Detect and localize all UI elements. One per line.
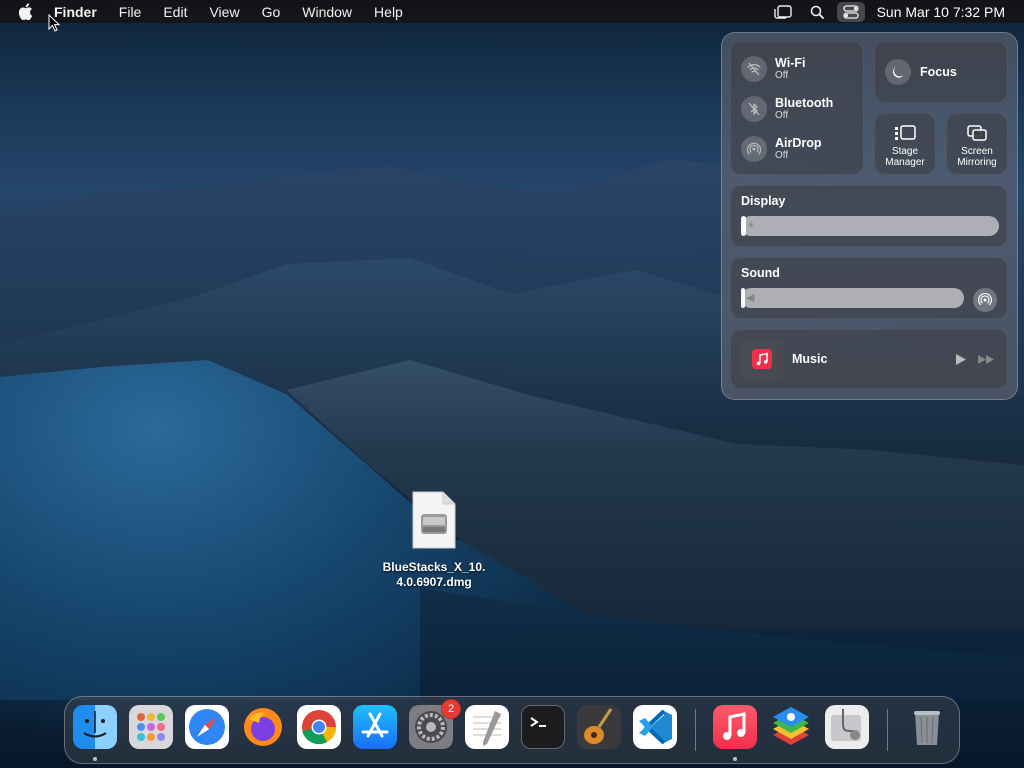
- dmg-file-icon: [411, 490, 457, 550]
- file-name-line-1: BlueStacks_X_10.: [382, 560, 486, 574]
- brightness-slider[interactable]: ☀: [741, 216, 999, 236]
- dock-chrome-icon[interactable]: [297, 705, 341, 749]
- dock-safari-icon[interactable]: [185, 705, 229, 749]
- bluetooth-label: Bluetooth: [775, 96, 834, 110]
- dock-terminal-icon[interactable]: [521, 705, 565, 749]
- stage-manager-label-1: Stage: [891, 146, 919, 157]
- menu-view[interactable]: View: [209, 4, 239, 20]
- menu-go[interactable]: Go: [262, 4, 281, 20]
- desktop-file-dmg[interactable]: BlueStacks_X_10. 4.0.6907.dmg: [376, 490, 492, 590]
- dock-disk-utility-icon[interactable]: [825, 705, 869, 749]
- dock-app-store-icon[interactable]: [353, 705, 397, 749]
- screen-mirroring-tile[interactable]: Screen Mirroring: [946, 113, 1008, 175]
- dock-trash-icon[interactable]: [905, 705, 949, 749]
- control-center-panel: Wi-Fi Off Bluetooth Off AirDrop Off Focu…: [721, 32, 1018, 400]
- dock-finder-icon[interactable]: [73, 705, 117, 749]
- moon-icon: [885, 59, 911, 85]
- display-tile: Display ☀: [730, 185, 1008, 247]
- wifi-toggle[interactable]: Wi-Fi Off: [741, 56, 805, 82]
- stage-manager-status-icon[interactable]: [769, 0, 797, 23]
- connectivity-tile: Wi-Fi Off Bluetooth Off AirDrop Off: [730, 41, 864, 175]
- wifi-off-icon[interactable]: [741, 56, 767, 82]
- apple-menu-icon[interactable]: [18, 3, 34, 20]
- airdrop-icon[interactable]: [741, 136, 767, 162]
- airdrop-toggle[interactable]: AirDrop Off: [741, 136, 822, 162]
- notification-badge: 2: [441, 699, 461, 719]
- dock-system-settings-icon[interactable]: 2: [409, 699, 461, 749]
- screen-mirroring-label-1: Screen: [961, 146, 993, 157]
- sun-icon: ☀: [746, 220, 756, 232]
- focus-label: Focus: [920, 65, 957, 79]
- menu-app-name[interactable]: Finder: [54, 4, 97, 20]
- bluetooth-off-icon[interactable]: [741, 96, 767, 122]
- stage-manager-label-2: Manager: [885, 157, 925, 168]
- wifi-label: Wi-Fi: [775, 56, 806, 70]
- airplay-audio-icon[interactable]: [973, 288, 997, 312]
- search-icon[interactable]: [803, 0, 831, 23]
- airdrop-label: AirDrop: [775, 136, 822, 150]
- play-icon[interactable]: [955, 353, 967, 366]
- menu-edit[interactable]: Edit: [163, 4, 187, 20]
- menu-file[interactable]: File: [119, 4, 142, 20]
- display-title: Display: [741, 194, 786, 208]
- menu-help[interactable]: Help: [374, 4, 403, 20]
- dock-bluestacks-icon[interactable]: [769, 705, 813, 749]
- airdrop-status: Off: [775, 150, 789, 161]
- now-playing-tile[interactable]: Music: [730, 329, 1008, 389]
- dock-divider: [695, 709, 696, 751]
- bluetooth-toggle[interactable]: Bluetooth Off: [741, 96, 833, 122]
- dock: 2: [64, 696, 960, 764]
- stage-manager-tile[interactable]: Stage Manager: [874, 113, 936, 175]
- volume-slider[interactable]: ◀: [741, 288, 964, 308]
- dock-textedit-icon[interactable]: [465, 705, 509, 749]
- dock-running-indicator: [93, 757, 97, 761]
- fast-forward-icon[interactable]: [977, 354, 995, 365]
- dock-music-icon[interactable]: [713, 705, 757, 749]
- volume-slider-fill: [741, 288, 746, 308]
- dock-vscode-icon[interactable]: [633, 705, 677, 749]
- bluetooth-status: Off: [775, 110, 789, 121]
- menu-bar: Finder File Edit View Go Window Help Sun…: [0, 0, 1024, 23]
- dock-firefox-icon[interactable]: [241, 705, 285, 749]
- speaker-icon: ◀: [746, 292, 755, 304]
- music-title: Music: [792, 352, 828, 366]
- menu-bar-clock[interactable]: Sun Mar 10 7:32 PM: [877, 4, 1005, 20]
- wifi-status: Off: [775, 70, 789, 81]
- menu-window[interactable]: Window: [302, 4, 352, 20]
- control-center-icon[interactable]: [836, 1, 865, 22]
- screen-mirroring-label-2: Mirroring: [957, 157, 997, 168]
- stage-manager-icon: [895, 125, 916, 140]
- file-name-line-2: 4.0.6907.dmg: [396, 575, 472, 589]
- dock-garageband-icon[interactable]: [577, 705, 621, 749]
- dock-divider: [887, 709, 888, 751]
- sound-tile: Sound ◀: [730, 257, 1008, 319]
- screen-mirroring-icon: [967, 125, 987, 141]
- music-app-icon: [741, 338, 783, 380]
- dock-running-indicator: [733, 757, 737, 761]
- dock-launchpad-icon[interactable]: [129, 705, 173, 749]
- mouse-cursor-icon: [48, 13, 61, 37]
- sound-title: Sound: [741, 266, 780, 280]
- focus-tile[interactable]: Focus: [874, 41, 1008, 103]
